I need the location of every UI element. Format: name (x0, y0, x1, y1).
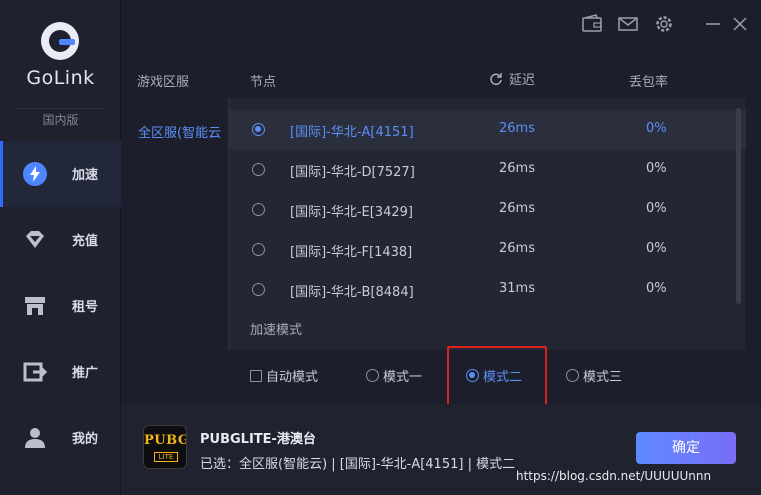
refresh-icon[interactable] (489, 72, 503, 86)
node-latency: 26ms (499, 121, 535, 136)
node-name: [国际]-华北-E[3429] (290, 205, 413, 220)
edition-label: 国内版 (42, 113, 79, 127)
node-name: [国际]-华北-F[1438] (290, 245, 413, 260)
checkbox-box[interactable] (250, 369, 262, 382)
node-name: [国际]-华北-D[7527] (290, 165, 415, 180)
gear-icon[interactable] (654, 14, 674, 34)
node-loss: 0% (646, 161, 667, 176)
header-latency-label: 延迟 (509, 73, 536, 88)
logo-text: GoLink (26, 67, 95, 89)
mode-option-label: 模式三 (583, 370, 623, 385)
table-row[interactable]: [国际]-华北-D[7527] 26ms 0% (229, 150, 746, 190)
node-loss: 0% (646, 241, 667, 256)
sidebar-item-label: 租号 (72, 300, 99, 315)
header-packet-loss: 丢包率 (629, 75, 669, 90)
table-row[interactable]: [国际]-华北-B[8484] 31ms 0% (229, 270, 746, 310)
region-list: 全区服(智能云 (121, 98, 228, 404)
node-loss: 0% (646, 281, 667, 296)
mode-radio[interactable] (366, 369, 379, 382)
node-radio[interactable] (252, 163, 265, 176)
node-latency: 26ms (499, 201, 535, 216)
node-radio[interactable] (252, 243, 265, 256)
sidebar: GoLink 国内版 加速 充值 租号 推广 我的 (0, 0, 121, 495)
table-row[interactable]: [国际]-华北-F[1438] 26ms 0% (229, 230, 746, 270)
mode-section-title: 加速模式 (250, 323, 303, 338)
diamond-icon (26, 231, 44, 248)
sidebar-item-label: 我的 (72, 432, 99, 447)
game-logo: PUBG LITE (143, 425, 187, 469)
node-radio[interactable] (252, 123, 265, 136)
game-logo-subtext: LITE (154, 452, 178, 462)
sidebar-item-accelerate[interactable]: 加速 (0, 141, 121, 207)
mode-option-label: 模式一 (383, 370, 423, 385)
auto-mode-label: 自动模式 (266, 370, 319, 385)
game-name: PUBGLITE-港澳台 (200, 432, 316, 447)
app-logo: GoLink (0, 22, 121, 92)
sidebar-item-label: 推广 (72, 366, 99, 381)
confirm-button[interactable]: 确定 (636, 432, 736, 464)
header-latency[interactable]: 延迟 (489, 69, 535, 88)
wallet-icon[interactable] (582, 14, 602, 34)
node-loss: 0% (646, 201, 667, 216)
store-icon (25, 297, 45, 315)
golink-logo-icon (41, 22, 79, 60)
sidebar-item-profile[interactable]: 我的 (0, 405, 121, 471)
sidebar-item-rent-account[interactable]: 租号 (0, 273, 121, 339)
mode-option-1[interactable]: 模式一 (366, 366, 422, 385)
close-icon[interactable] (730, 14, 750, 34)
sidebar-item-label: 加速 (72, 168, 99, 183)
lightning-icon (23, 162, 47, 186)
table-row[interactable]: [国际]-华北-E[3429] 26ms 0% (229, 190, 746, 230)
node-list: [国际]-华北-A[4151] 26ms 0% [国际]-华北-D[7527] … (228, 98, 746, 306)
watermark-text: https://blog.csdn.net/UUUUUnnn (516, 469, 712, 483)
header-node: 节点 (250, 75, 277, 90)
annotation-highlight-box (447, 346, 547, 407)
header-game-region: 游戏区服 (137, 75, 190, 90)
game-logo-text: PUBG (144, 433, 187, 448)
node-name: [国际]-华北-A[4151] (290, 125, 414, 140)
table-row[interactable]: [国际]-华北-A[4151] 26ms 0% (229, 110, 746, 150)
sidebar-item-recharge[interactable]: 充值 (0, 207, 121, 273)
auto-mode-checkbox[interactable]: 自动模式 (250, 366, 318, 385)
node-latency: 26ms (499, 241, 535, 256)
sidebar-item-label: 充值 (72, 234, 99, 249)
user-icon (25, 428, 45, 448)
node-loss: 0% (646, 121, 667, 136)
share-export-icon (23, 362, 48, 382)
mail-icon[interactable] (618, 14, 638, 34)
node-radio[interactable] (252, 283, 265, 296)
mode-radio[interactable] (566, 369, 579, 382)
selection-summary: 已选：全区服(智能云) | [国际]-华北-A[4151] | 模式二 (200, 457, 516, 472)
node-name: [国际]-华北-B[8484] (290, 285, 414, 300)
node-list-scrollbar[interactable] (736, 108, 741, 304)
divider (16, 108, 105, 109)
minimize-icon[interactable] (703, 14, 723, 34)
node-latency: 31ms (499, 281, 535, 296)
mode-option-3[interactable]: 模式三 (566, 366, 622, 385)
node-latency: 26ms (499, 161, 535, 176)
sidebar-item-promote[interactable]: 推广 (0, 339, 121, 405)
region-item-smart-cloud[interactable]: 全区服(智能云 (138, 122, 228, 141)
node-radio[interactable] (252, 203, 265, 216)
